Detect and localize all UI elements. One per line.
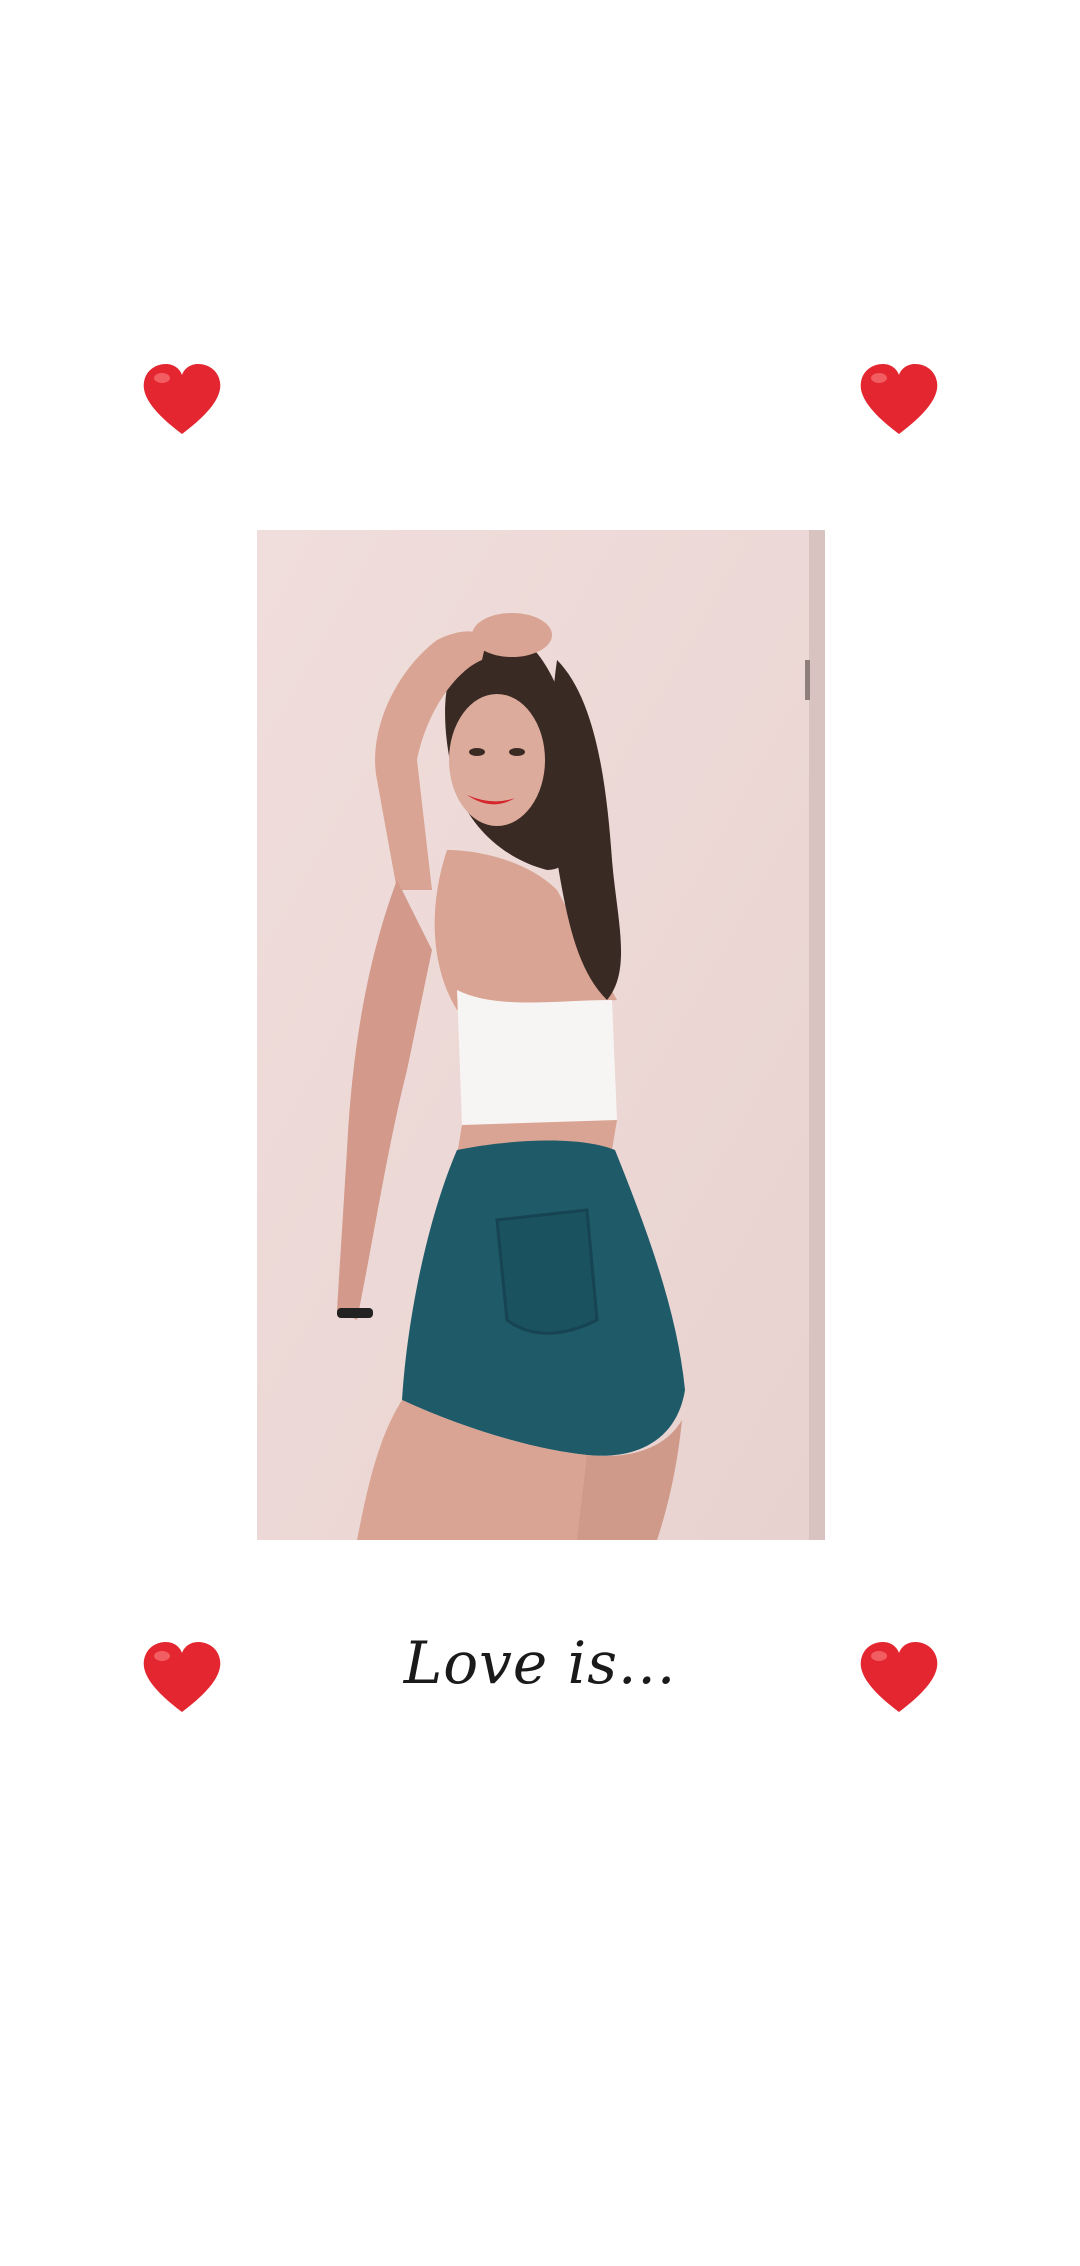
red-heart-icon xyxy=(140,1640,224,1716)
red-heart-icon xyxy=(857,1640,941,1716)
caption-text: Love is... xyxy=(403,1629,677,1697)
red-heart-icon xyxy=(140,362,224,438)
red-heart-icon xyxy=(857,362,941,438)
photo xyxy=(257,530,825,1540)
